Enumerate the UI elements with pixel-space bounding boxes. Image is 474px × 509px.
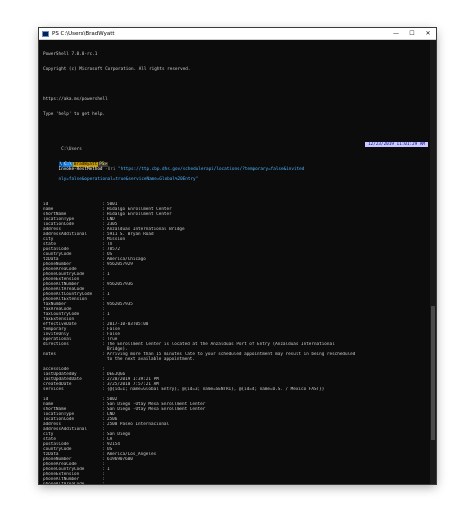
field-key: phoneAltAreaCode [43, 482, 102, 484]
minimize-button[interactable]: — [388, 28, 404, 39]
command-name: Invoke-RestMethod [58, 167, 103, 172]
record-block: id:5001 name: Hidalgo Enrollment Center sho… [43, 202, 428, 392]
command-line-cont: nly=false&operational=true&serviceName=G… [43, 172, 428, 182]
console-output[interactable]: PowerShell 7.0.0-rc.1 Copyright (c) Micr… [43, 42, 428, 484]
title-bar[interactable]: PS C:\Users\BradWyatt — ☐ ✕ [39, 28, 436, 40]
field-value: The Enrollment Center is located at the … [107, 342, 335, 352]
header-line: Type 'help' to get help. [43, 112, 106, 117]
powershell-icon [42, 30, 49, 37]
scrollbar-thumb[interactable] [431, 306, 435, 440]
record-block: id:5002 name: San Diego -Otay Mesa Enrollm… [43, 397, 428, 484]
record-row: phoneAltAreaCode: [43, 482, 428, 484]
header-line: PowerShell 7.0.0-rc.1 [43, 52, 98, 57]
header-line [43, 82, 428, 87]
prompt-path: C:\Users [58, 147, 82, 152]
field-value [107, 482, 428, 484]
field-key: directions [43, 342, 69, 347]
field-key: services [43, 387, 64, 392]
window-title: PS C:\Users\BradWyatt [52, 30, 115, 37]
record-row: notes: Arriving more than 15 minutes late… [43, 352, 428, 362]
record-row: services: {@{id=1; name=Global Entry}, @{… [43, 387, 428, 392]
record-row: directions: The Enrollment Center is loca… [43, 342, 428, 352]
result-records: id:5001 name: Hidalgo Enrollment Center sho… [43, 202, 428, 484]
command-arg: -Uri [102, 167, 119, 172]
command-line[interactable]: \ C:\ BradWyatt PS> Invoke-RestMethod -Uri … [43, 157, 428, 172]
field-value: Arriving more than 15 minutes late to yo… [107, 352, 356, 362]
command-url-cont: nly=false&operational=true&serviceName=G… [58, 177, 199, 182]
prompt-datetime: 12/23/2019 11:01:29 AM [365, 142, 428, 147]
maximize-button[interactable]: ☐ [404, 28, 420, 39]
field-value: {@{id=1; name=Global Entry}, @{id=3; nam… [107, 387, 325, 392]
command-url: "https://ttp.cbp.dhs.gov/schedulerapi/lo… [118, 167, 305, 172]
header-line: Copyright (c) Microsoft Corporation. All… [43, 67, 191, 72]
powershell-window: PS C:\Users\BradWyatt — ☐ ✕ PowerShell 7… [39, 28, 436, 484]
vertical-scrollbar[interactable] [430, 40, 436, 484]
header-line: https://aka.ms/powershell [43, 97, 108, 102]
prompt-row: C:\Users 12/23/2019 11:01:29 AM [43, 142, 428, 152]
close-button[interactable]: ✕ [420, 28, 436, 39]
field-key: notes [43, 352, 56, 357]
